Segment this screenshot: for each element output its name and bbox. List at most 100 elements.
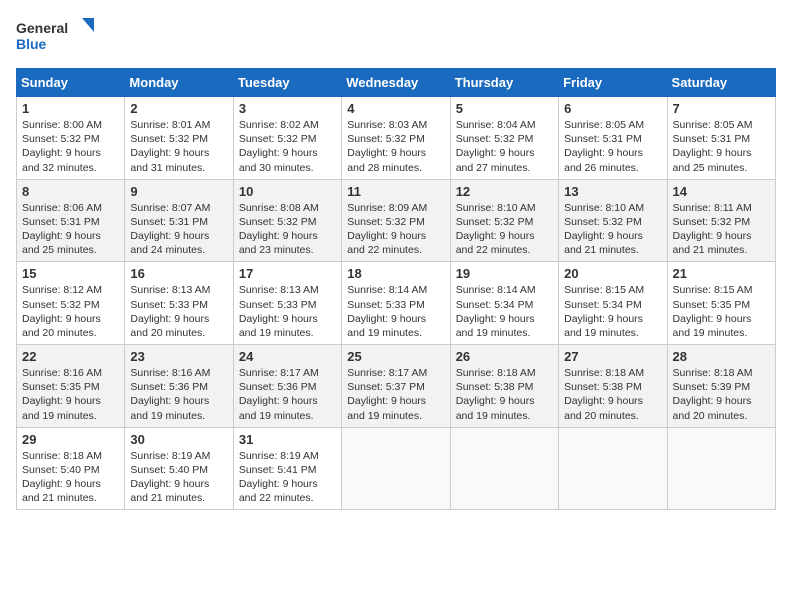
cell-info-line: Sunrise: 8:01 AM: [130, 118, 227, 132]
cell-info-line: Sunrise: 8:13 AM: [239, 283, 336, 297]
weekday-header-row: SundayMondayTuesdayWednesdayThursdayFrid…: [17, 69, 776, 97]
cell-info-line: Sunrise: 8:09 AM: [347, 201, 444, 215]
day-number: 13: [564, 184, 661, 199]
cell-info-line: Sunrise: 8:13 AM: [130, 283, 227, 297]
cell-info-line: Sunset: 5:31 PM: [22, 215, 119, 229]
weekday-header-wednesday: Wednesday: [342, 69, 450, 97]
calendar-cell: 4Sunrise: 8:03 AMSunset: 5:32 PMDaylight…: [342, 97, 450, 180]
cell-info-line: and 22 minutes.: [239, 491, 336, 505]
calendar-week-row: 15Sunrise: 8:12 AMSunset: 5:32 PMDayligh…: [17, 262, 776, 345]
calendar-cell: [450, 427, 558, 510]
cell-info-line: Sunset: 5:32 PM: [239, 132, 336, 146]
cell-info-line: and 19 minutes.: [456, 326, 553, 340]
day-number: 17: [239, 266, 336, 281]
cell-info-line: Sunrise: 8:10 AM: [456, 201, 553, 215]
calendar-cell: 24Sunrise: 8:17 AMSunset: 5:36 PMDayligh…: [233, 345, 341, 428]
day-number: 7: [673, 101, 770, 116]
calendar-week-row: 22Sunrise: 8:16 AMSunset: 5:35 PMDayligh…: [17, 345, 776, 428]
day-number: 22: [22, 349, 119, 364]
cell-info-line: Daylight: 9 hours: [239, 146, 336, 160]
calendar-cell: 9Sunrise: 8:07 AMSunset: 5:31 PMDaylight…: [125, 179, 233, 262]
cell-info-line: Sunrise: 8:02 AM: [239, 118, 336, 132]
weekday-header-friday: Friday: [559, 69, 667, 97]
cell-info-line: and 31 minutes.: [130, 161, 227, 175]
cell-info-line: Daylight: 9 hours: [22, 312, 119, 326]
svg-text:Blue: Blue: [16, 36, 47, 52]
day-number: 10: [239, 184, 336, 199]
cell-info-line: and 25 minutes.: [673, 161, 770, 175]
page-header: General Blue: [16, 16, 776, 56]
cell-info-line: Sunset: 5:32 PM: [239, 215, 336, 229]
cell-info-line: and 28 minutes.: [347, 161, 444, 175]
cell-info-line: Daylight: 9 hours: [22, 394, 119, 408]
cell-info-line: Sunset: 5:31 PM: [130, 215, 227, 229]
cell-info-line: Daylight: 9 hours: [673, 312, 770, 326]
calendar-cell: 2Sunrise: 8:01 AMSunset: 5:32 PMDaylight…: [125, 97, 233, 180]
day-number: 19: [456, 266, 553, 281]
cell-info-line: Sunrise: 8:10 AM: [564, 201, 661, 215]
cell-info-line: Sunrise: 8:15 AM: [564, 283, 661, 297]
day-number: 1: [22, 101, 119, 116]
cell-info-line: Sunset: 5:33 PM: [347, 298, 444, 312]
cell-info-line: and 20 minutes.: [673, 409, 770, 423]
calendar-cell: 13Sunrise: 8:10 AMSunset: 5:32 PMDayligh…: [559, 179, 667, 262]
day-number: 6: [564, 101, 661, 116]
cell-info-line: Sunrise: 8:19 AM: [239, 449, 336, 463]
cell-info-line: Sunset: 5:32 PM: [347, 132, 444, 146]
cell-info-line: Sunset: 5:32 PM: [456, 132, 553, 146]
cell-info-line: Daylight: 9 hours: [239, 477, 336, 491]
calendar-cell: 8Sunrise: 8:06 AMSunset: 5:31 PMDaylight…: [17, 179, 125, 262]
cell-info-line: Daylight: 9 hours: [130, 146, 227, 160]
calendar-cell: 18Sunrise: 8:14 AMSunset: 5:33 PMDayligh…: [342, 262, 450, 345]
day-number: 30: [130, 432, 227, 447]
weekday-header-monday: Monday: [125, 69, 233, 97]
cell-info-line: Sunrise: 8:18 AM: [564, 366, 661, 380]
cell-info-line: and 19 minutes.: [673, 326, 770, 340]
cell-info-line: Sunrise: 8:18 AM: [456, 366, 553, 380]
cell-info-line: and 21 minutes.: [564, 243, 661, 257]
day-number: 16: [130, 266, 227, 281]
cell-info-line: Daylight: 9 hours: [456, 146, 553, 160]
calendar-cell: 23Sunrise: 8:16 AMSunset: 5:36 PMDayligh…: [125, 345, 233, 428]
weekday-header-thursday: Thursday: [450, 69, 558, 97]
cell-info-line: Daylight: 9 hours: [239, 312, 336, 326]
calendar-cell: 20Sunrise: 8:15 AMSunset: 5:34 PMDayligh…: [559, 262, 667, 345]
svg-text:General: General: [16, 20, 68, 36]
cell-info-line: Sunset: 5:41 PM: [239, 463, 336, 477]
cell-info-line: Sunset: 5:32 PM: [22, 298, 119, 312]
calendar-week-row: 8Sunrise: 8:06 AMSunset: 5:31 PMDaylight…: [17, 179, 776, 262]
cell-info-line: Daylight: 9 hours: [347, 312, 444, 326]
day-number: 25: [347, 349, 444, 364]
day-number: 26: [456, 349, 553, 364]
cell-info-line: Sunrise: 8:17 AM: [347, 366, 444, 380]
calendar-cell: 22Sunrise: 8:16 AMSunset: 5:35 PMDayligh…: [17, 345, 125, 428]
cell-info-line: and 20 minutes.: [564, 409, 661, 423]
day-number: 24: [239, 349, 336, 364]
cell-info-line: and 21 minutes.: [673, 243, 770, 257]
calendar-cell: 31Sunrise: 8:19 AMSunset: 5:41 PMDayligh…: [233, 427, 341, 510]
cell-info-line: and 19 minutes.: [22, 409, 119, 423]
day-number: 20: [564, 266, 661, 281]
cell-info-line: and 19 minutes.: [239, 409, 336, 423]
day-number: 9: [130, 184, 227, 199]
cell-info-line: Sunrise: 8:17 AM: [239, 366, 336, 380]
cell-info-line: and 21 minutes.: [22, 491, 119, 505]
calendar-cell: 11Sunrise: 8:09 AMSunset: 5:32 PMDayligh…: [342, 179, 450, 262]
day-number: 4: [347, 101, 444, 116]
cell-info-line: and 25 minutes.: [22, 243, 119, 257]
cell-info-line: Sunset: 5:40 PM: [22, 463, 119, 477]
cell-info-line: Daylight: 9 hours: [130, 477, 227, 491]
day-number: 29: [22, 432, 119, 447]
day-number: 23: [130, 349, 227, 364]
cell-info-line: Sunrise: 8:12 AM: [22, 283, 119, 297]
cell-info-line: Daylight: 9 hours: [564, 394, 661, 408]
cell-info-line: Sunset: 5:36 PM: [239, 380, 336, 394]
calendar-cell: 21Sunrise: 8:15 AMSunset: 5:35 PMDayligh…: [667, 262, 775, 345]
cell-info-line: Daylight: 9 hours: [564, 146, 661, 160]
weekday-header-saturday: Saturday: [667, 69, 775, 97]
cell-info-line: and 23 minutes.: [239, 243, 336, 257]
calendar-cell: [342, 427, 450, 510]
cell-info-line: Sunrise: 8:16 AM: [22, 366, 119, 380]
calendar-cell: 7Sunrise: 8:05 AMSunset: 5:31 PMDaylight…: [667, 97, 775, 180]
cell-info-line: Sunset: 5:34 PM: [564, 298, 661, 312]
